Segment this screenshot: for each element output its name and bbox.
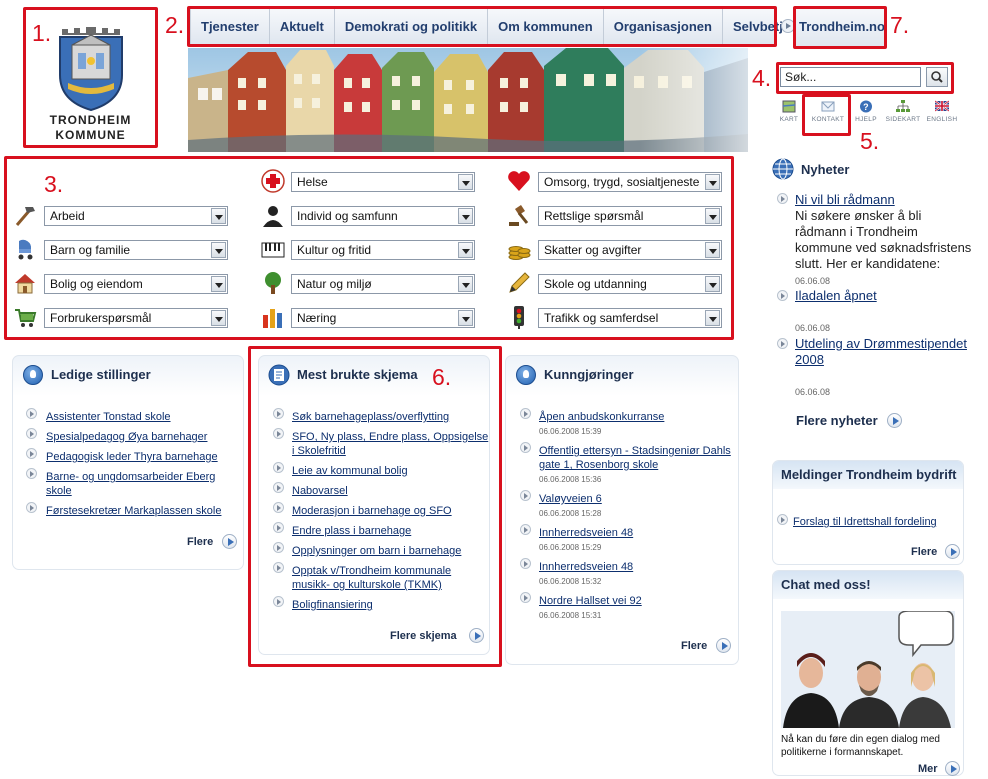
bullet-arrow-icon (520, 442, 531, 453)
highlight-box-trondheim-no (793, 6, 887, 49)
ledige-title: Ledige stillinger (51, 367, 151, 382)
bullet-arrow-icon (520, 558, 531, 569)
bullet-arrow-icon (26, 502, 37, 513)
bullet-arrow-icon (520, 408, 531, 419)
util-sidekart-label: SIDEKART (885, 116, 921, 123)
chat-more-link[interactable]: Mer (918, 763, 938, 775)
bullet-arrow-icon (777, 338, 788, 349)
meldinger-more-link[interactable]: Flere (911, 546, 937, 558)
util-kart[interactable]: KART (774, 100, 804, 123)
highlight-box-skjema (248, 346, 502, 667)
kunngjoringer-title: Kunngjøringer (544, 367, 634, 382)
kunngjoring-link-4[interactable]: Innherredsveien 48 (539, 526, 735, 540)
info-bulb-icon (516, 365, 536, 385)
nyheter-more-link[interactable]: Flere nyheter (796, 413, 878, 428)
ledige-link-2[interactable]: Spesialpedagog Øya barnehager (46, 430, 236, 444)
nyheter-link-2[interactable]: Iladalen åpnet (795, 288, 877, 304)
meldinger-link-1[interactable]: Forslag til Idrettshall fordeling (793, 515, 963, 529)
kunngjoring-link-3[interactable]: Valøyveien 6 (539, 492, 735, 506)
bullet-arrow-icon (520, 524, 531, 535)
highlight-box-kontakt (802, 94, 851, 136)
util-hjelp[interactable]: ? HJELP (851, 100, 881, 123)
kunngjoring-date-6: 06.06.2008 15:31 (539, 611, 602, 620)
meldinger-title: Meldinger Trondheim bydrift (773, 461, 963, 489)
kunngjoring-link-2[interactable]: Offentlig ettersyn - Stadsingeniør Dahls… (539, 444, 737, 472)
util-hjelp-label: HJELP (855, 116, 877, 123)
annotation-label-7: 7. (890, 12, 910, 38)
annotation-label-1: 1. (32, 20, 52, 46)
util-kart-label: KART (779, 116, 799, 123)
bullet-arrow-icon (26, 448, 37, 459)
uk-flag-icon (935, 100, 949, 112)
kunngjoring-date-3: 06.06.2008 15:28 (539, 509, 602, 518)
annotation-label-3: 3. (44, 171, 64, 197)
highlight-box-search (776, 62, 954, 94)
ledige-more-link[interactable]: Flere (187, 536, 213, 548)
ledige-link-5[interactable]: Førstesekretær Markaplassen skole (46, 504, 242, 518)
kunngjoring-date-2: 06.06.2008 15:36 (539, 475, 602, 484)
bullet-arrow-icon (26, 428, 37, 439)
svg-text:?: ? (863, 102, 869, 112)
map-icon (782, 100, 796, 113)
globe-icon (772, 158, 794, 180)
bullet-arrow-icon (777, 514, 788, 525)
more-arrow-icon[interactable] (222, 534, 237, 549)
util-english[interactable]: ENGLISH (924, 100, 960, 123)
bullet-arrow-icon (26, 408, 37, 419)
nyheter-title: Nyheter (801, 162, 850, 177)
ledige-link-1[interactable]: Assistenter Tonstad skole (46, 410, 236, 424)
chat-title: Chat med oss! (773, 571, 963, 599)
more-arrow-icon[interactable] (887, 413, 902, 428)
help-icon: ? (860, 100, 872, 113)
nyheter-summary-1: Ni søkere ønsker å bli rådmann i Trondhe… (795, 208, 972, 271)
sitemap-icon (896, 100, 910, 112)
bullet-arrow-icon (26, 468, 37, 479)
bullet-arrow-icon (520, 592, 531, 603)
banner-fade (640, 48, 790, 152)
highlight-box-nav (187, 6, 777, 47)
kunngjoring-link-5[interactable]: Innherredsveien 48 (539, 560, 735, 574)
highlight-box-categories (4, 156, 734, 340)
bullet-arrow-icon (777, 290, 788, 301)
annotation-label-4: 4. (752, 65, 772, 91)
annotation-label-5: 5. (860, 128, 880, 154)
kunngjoring-link-6[interactable]: Nordre Hallset vei 92 (539, 594, 735, 608)
util-english-label: ENGLISH (926, 116, 958, 123)
kunngjoring-link-1[interactable]: Åpen anbudskonkurranse (539, 410, 735, 424)
more-arrow-icon[interactable] (945, 544, 960, 559)
page: TRONDHEIM KOMMUNE Tjenester Aktuelt Demo… (0, 0, 988, 779)
ledige-link-4[interactable]: Barne- og ungdomsarbeider Eberg skole (46, 470, 226, 498)
annotation-label-2: 2. (165, 12, 185, 38)
nyheter-link-1[interactable]: Ni vil bli rådmann (795, 192, 895, 208)
chat-text: Nå kan du føre din egen dialog med polit… (781, 734, 940, 758)
annotation-label-6: 6. (432, 364, 452, 390)
kunngjoring-date-5: 06.06.2008 15:32 (539, 577, 602, 586)
more-arrow-icon[interactable] (945, 761, 960, 776)
nyheter-date-1: 06.06.08 (795, 276, 831, 286)
chat-photo (781, 611, 955, 728)
kunngjoring-date-1: 06.06.2008 15:39 (539, 427, 602, 436)
bullet-arrow-icon (520, 490, 531, 501)
kunngjoring-date-4: 06.06.2008 15:29 (539, 543, 602, 552)
kunngjoringer-more-link[interactable]: Flere (681, 640, 707, 652)
info-bulb-icon (23, 365, 43, 385)
nyheter-date-3: 06.06.08 (795, 387, 831, 397)
nyheter-link-3[interactable]: Utdeling av Drømmestipendet 2008 (795, 336, 970, 368)
more-arrow-icon[interactable] (716, 638, 731, 653)
nyheter-date-2: 06.06.08 (795, 323, 831, 333)
bullet-arrow-icon (777, 193, 788, 204)
util-sidekart[interactable]: SIDEKART (884, 100, 922, 123)
ledige-link-3[interactable]: Pedagogisk leder Thyra barnehage (46, 450, 242, 464)
